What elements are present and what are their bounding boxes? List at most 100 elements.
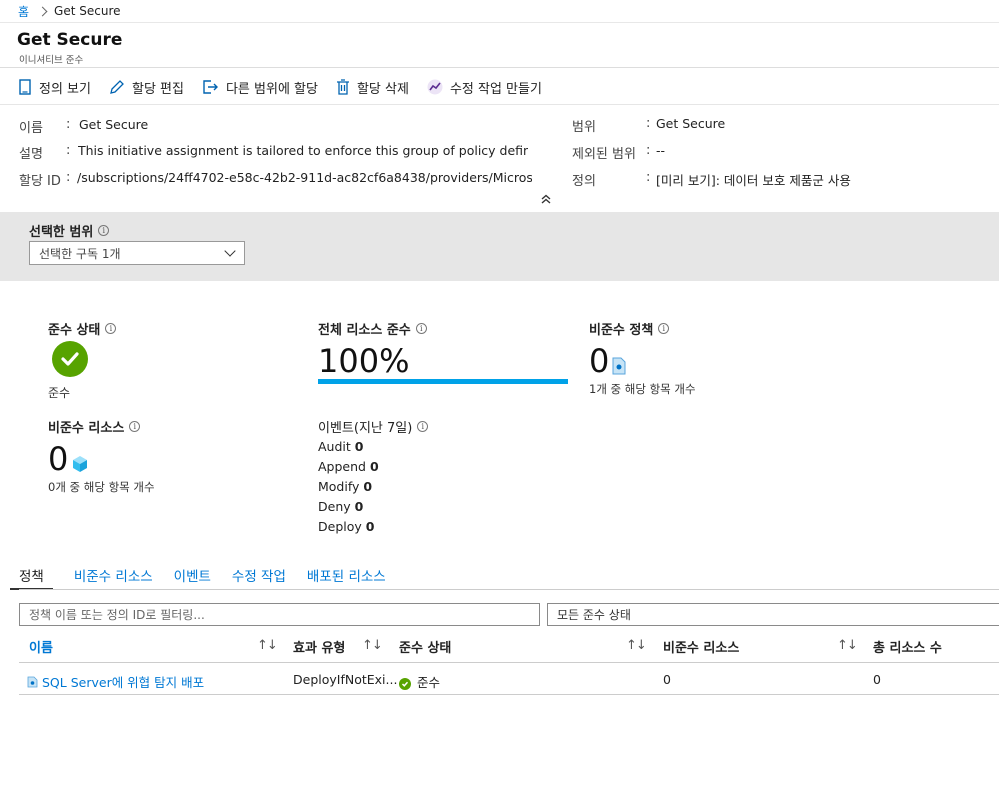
state-value: 준수 [417, 675, 441, 690]
column-header-noncompliant[interactable]: 비준수 리소스 [663, 637, 739, 656]
policy-filter-placeholder: 정책 이름 또는 정의 ID로 필터링... [29, 608, 205, 622]
info-icon[interactable]: i [417, 421, 429, 432]
sort-icon[interactable]: ↑↓ [837, 638, 858, 653]
selected-scope-label: 선택한 범위 [29, 225, 94, 240]
noncompliant-resources-value: 0 [48, 440, 69, 478]
colon: : [646, 170, 651, 185]
delete-assignment-label: 할당 삭제 [356, 81, 409, 97]
divider [19, 589, 999, 590]
effect-cell: DeployIfNotExi... [293, 672, 398, 687]
compliance-state-value: 준수 [48, 386, 71, 400]
overall-compliance-heading: 전체 리소스 준수 i [318, 319, 427, 338]
divider [19, 694, 999, 695]
table-row-policy-name[interactable]: SQL Server에 위협 탐지 배포 [27, 672, 204, 691]
chevron-right-icon [37, 6, 48, 16]
double-chevron-up-icon [541, 194, 551, 204]
event-name: Modify [318, 479, 360, 494]
event-count: 0 [363, 479, 373, 494]
total-cell: 0 [873, 672, 881, 687]
definition-label: 정의 [572, 174, 596, 189]
compliance-state-label: 준수 상태 [48, 323, 101, 338]
tab-remediation-tasks[interactable]: 수정 작업 [232, 565, 286, 589]
tab-deployed-resources[interactable]: 배포된 리소스 [307, 565, 386, 589]
event-name: Deny [318, 499, 351, 514]
assign-other-scope-button[interactable]: 다른 범위에 할당 [202, 78, 318, 97]
event-row-append: Append 0 [318, 459, 379, 474]
view-definition-label: 정의 보기 [39, 81, 91, 97]
noncompliant-policies-heading: 비준수 정책 i [589, 319, 670, 338]
breadcrumb-current: Get Secure [54, 4, 121, 18]
toolbar: 정의 보기 할당 편집 다른 범위에 할당 할당 삭제 수정 작업 만들기 [18, 77, 560, 97]
scope-dropdown[interactable]: 선택한 구독 1개 [29, 241, 245, 265]
event-row-modify: Modify 0 [318, 479, 372, 494]
collapse-essentials-button[interactable] [540, 193, 552, 209]
page-subtitle: 이니셔티브 준수 [19, 55, 84, 66]
share-arrow-icon [203, 80, 218, 94]
info-icon[interactable]: i [658, 323, 670, 334]
events-heading: 이벤트(지난 7일) i [318, 417, 429, 436]
compliant-check-icon [399, 678, 411, 690]
tab-events[interactable]: 이벤트 [174, 565, 211, 589]
edit-assignment-button[interactable]: 할당 편집 [109, 78, 184, 97]
resource-cube-icon [71, 455, 89, 477]
event-count: 0 [369, 459, 379, 474]
create-remediation-button[interactable]: 수정 작업 만들기 [427, 78, 542, 97]
state-cell: 준수 [399, 672, 440, 691]
colon: : [66, 170, 71, 185]
scope-label: 범위 [572, 120, 596, 135]
definition-value: [미리 보기]: 데이터 보호 제품군 사용 [656, 173, 851, 188]
overall-compliance-label: 전체 리소스 준수 [318, 323, 411, 338]
event-name: Append [318, 459, 366, 474]
overall-compliance-progress-bar [318, 379, 568, 384]
colon: : [646, 116, 651, 131]
column-header-state[interactable]: 준수 상태 [399, 637, 451, 656]
selected-scope-heading: 선택한 범위 i [29, 221, 110, 240]
policy-icon [27, 676, 38, 688]
description-label: 설명 [19, 147, 43, 162]
compliance-state-heading: 준수 상태 i [48, 319, 117, 338]
breadcrumb-home-link[interactable]: 홈 [18, 3, 29, 20]
description-value: This initiative assignment is tailored t… [78, 143, 528, 158]
event-row-deny: Deny 0 [318, 499, 363, 514]
sort-icon[interactable]: ↑↓ [257, 638, 278, 653]
info-icon[interactable]: i [105, 323, 117, 334]
assign-other-scope-label: 다른 범위에 할당 [225, 81, 318, 97]
tab-policies[interactable]: 정책 [10, 565, 53, 590]
divider [0, 22, 999, 23]
compliance-state-filter-dropdown[interactable]: 모든 준수 상태 [547, 603, 999, 626]
remediation-trend-icon [427, 79, 443, 95]
compliant-check-icon [52, 341, 88, 377]
event-name: Audit [318, 439, 351, 454]
colon: : [66, 117, 71, 132]
event-count: 0 [354, 439, 364, 454]
info-icon[interactable]: i [415, 323, 427, 334]
view-definition-button[interactable]: 정의 보기 [18, 78, 91, 97]
overall-compliance-value: 100% [318, 342, 410, 380]
sort-icon[interactable]: ↑↓ [362, 638, 383, 653]
info-icon[interactable]: i [129, 421, 141, 432]
sort-icon[interactable]: ↑↓ [626, 638, 647, 653]
policy-filter-input[interactable]: 정책 이름 또는 정의 ID로 필터링... [19, 603, 540, 626]
colon: : [66, 143, 71, 158]
compliance-state-filter-value: 모든 준수 상태 [557, 608, 631, 622]
assignment-id-value: /subscriptions/24ff4702-e58c-42b2-911d-a… [77, 170, 532, 185]
policy-name-link[interactable]: SQL Server에 위협 탐지 배포 [42, 675, 204, 690]
assignment-id-label: 할당 ID [19, 174, 61, 189]
events-label: 이벤트(지난 7일) [318, 421, 413, 436]
excluded-scope-link[interactable]: -- [656, 143, 665, 158]
tab-noncompliant-resources[interactable]: 비준수 리소스 [74, 565, 153, 589]
column-header-total[interactable]: 총 리소스 수 [873, 637, 942, 656]
column-header-effect[interactable]: 효과 유형 [293, 637, 345, 656]
noncompliant-cell: 0 [663, 672, 671, 687]
trash-icon [336, 79, 349, 95]
divider [0, 104, 999, 105]
event-row-deploy: Deploy 0 [318, 519, 374, 534]
noncompliant-policies-label: 비준수 정책 [589, 323, 654, 338]
scope-value: Get Secure [656, 116, 726, 131]
info-icon[interactable]: i [98, 225, 110, 236]
delete-assignment-button[interactable]: 할당 삭제 [336, 78, 409, 97]
pencil-icon [110, 80, 124, 94]
document-icon [19, 79, 31, 95]
column-header-name[interactable]: 이름 [29, 637, 53, 656]
event-row-audit: Audit 0 [318, 439, 364, 454]
